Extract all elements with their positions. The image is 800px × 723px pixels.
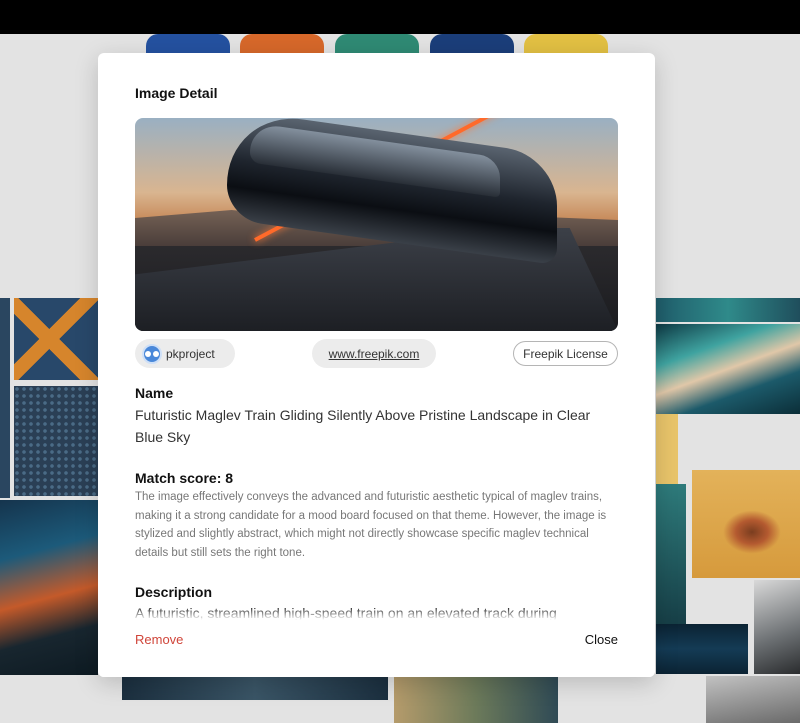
moodboard-tile[interactable] [692, 470, 800, 578]
modal-title: Image Detail [135, 85, 218, 101]
match-score-heading: Match score: 8 [135, 470, 234, 486]
name-value: Futuristic Maglev Train Gliding Silently… [135, 407, 591, 445]
moodboard-tile[interactable] [394, 674, 558, 723]
match-score-text: The image effectively conveys the advanc… [135, 491, 607, 560]
top-bar [0, 0, 800, 34]
image-detail-modal: Image Detail pkproject www.freepik.com F… [98, 53, 655, 677]
moodboard-tile[interactable] [656, 324, 800, 414]
moodboard-tile[interactable] [14, 298, 98, 380]
image-meta-row: pkproject www.freepik.com Freepik Licens… [135, 339, 618, 369]
avatar [142, 343, 162, 364]
close-button[interactable]: Close [585, 632, 618, 647]
description-heading: Description [135, 584, 213, 600]
moodboard-tile[interactable] [122, 674, 388, 700]
moodboard-tile[interactable] [0, 298, 10, 498]
moodboard-tile[interactable] [656, 624, 748, 674]
modal-footer: Remove Close [98, 620, 655, 677]
moodboard-tile[interactable] [706, 676, 800, 723]
source-link[interactable]: www.freepik.com [312, 339, 436, 368]
moodboard-tile[interactable] [14, 386, 98, 496]
author-name: pkproject [166, 346, 215, 361]
moodboard-tile[interactable] [656, 484, 686, 624]
description-fade [135, 608, 615, 620]
remove-button[interactable]: Remove [135, 632, 183, 647]
detail-image [135, 118, 618, 331]
moodboard-tile[interactable] [656, 414, 678, 484]
name-heading: Name [135, 385, 174, 401]
moodboard-tile[interactable] [754, 580, 800, 674]
moodboard-tile[interactable] [656, 298, 800, 322]
author-chip[interactable]: pkproject [135, 339, 235, 368]
moodboard-tile[interactable] [0, 500, 98, 675]
license-link[interactable]: Freepik License [513, 341, 618, 366]
